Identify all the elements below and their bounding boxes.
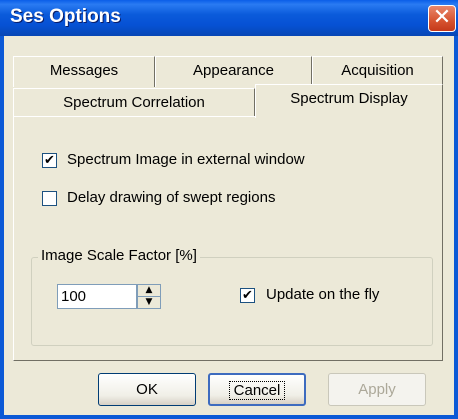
spin-down-icon[interactable]: ▼ — [138, 297, 160, 308]
tab-label: Messages — [49, 62, 119, 79]
tab-messages[interactable]: Messages — [13, 56, 155, 87]
tab-label: Acquisition — [341, 62, 414, 79]
tab-spectrum-correlation[interactable]: Spectrum Correlation — [13, 88, 255, 116]
window-frame-bottom — [0, 415, 458, 419]
apply-button-label: Apply — [358, 381, 396, 398]
delay-drawing-label: Delay drawing of swept regions — [67, 189, 276, 206]
window-frame-right — [454, 36, 458, 419]
spin-up-icon[interactable]: ▲ — [138, 285, 160, 297]
update-on-fly-checkbox[interactable]: ✔ — [240, 288, 255, 303]
ok-button-label: OK — [136, 381, 158, 398]
window-frame-left — [0, 36, 4, 419]
image-scale-group-label: Image Scale Factor [%] — [38, 247, 200, 264]
external-window-checkbox[interactable]: ✔ — [42, 153, 57, 168]
scale-factor-spinner[interactable]: ▲ ▼ — [137, 284, 161, 309]
window-title: Ses Options — [10, 6, 121, 27]
delay-drawing-checkbox[interactable] — [42, 191, 57, 206]
ok-button[interactable]: OK — [98, 373, 196, 406]
title-bar[interactable]: Ses Options ✕ — [0, 0, 458, 36]
cancel-button[interactable]: Cancel — [208, 373, 306, 406]
scale-factor-input[interactable]: 100 — [57, 284, 137, 309]
tab-label: Spectrum Correlation — [63, 94, 205, 111]
tab-label: Spectrum Display — [290, 90, 408, 107]
cancel-button-label: Cancel — [228, 381, 286, 400]
tab-label: Appearance — [193, 62, 274, 79]
update-on-fly-label: Update on the fly — [266, 286, 380, 303]
tab-appearance[interactable]: Appearance — [155, 56, 312, 87]
tab-acquisition[interactable]: Acquisition — [312, 56, 443, 87]
external-window-label: Spectrum Image in external window — [67, 151, 305, 168]
tab-spectrum-display[interactable]: Spectrum Display — [255, 84, 443, 118]
options-dialog: Ses Options ✕ Messages Appearance Acquis… — [0, 0, 458, 419]
close-icon[interactable]: ✕ — [428, 5, 456, 32]
apply-button: Apply — [328, 373, 426, 406]
